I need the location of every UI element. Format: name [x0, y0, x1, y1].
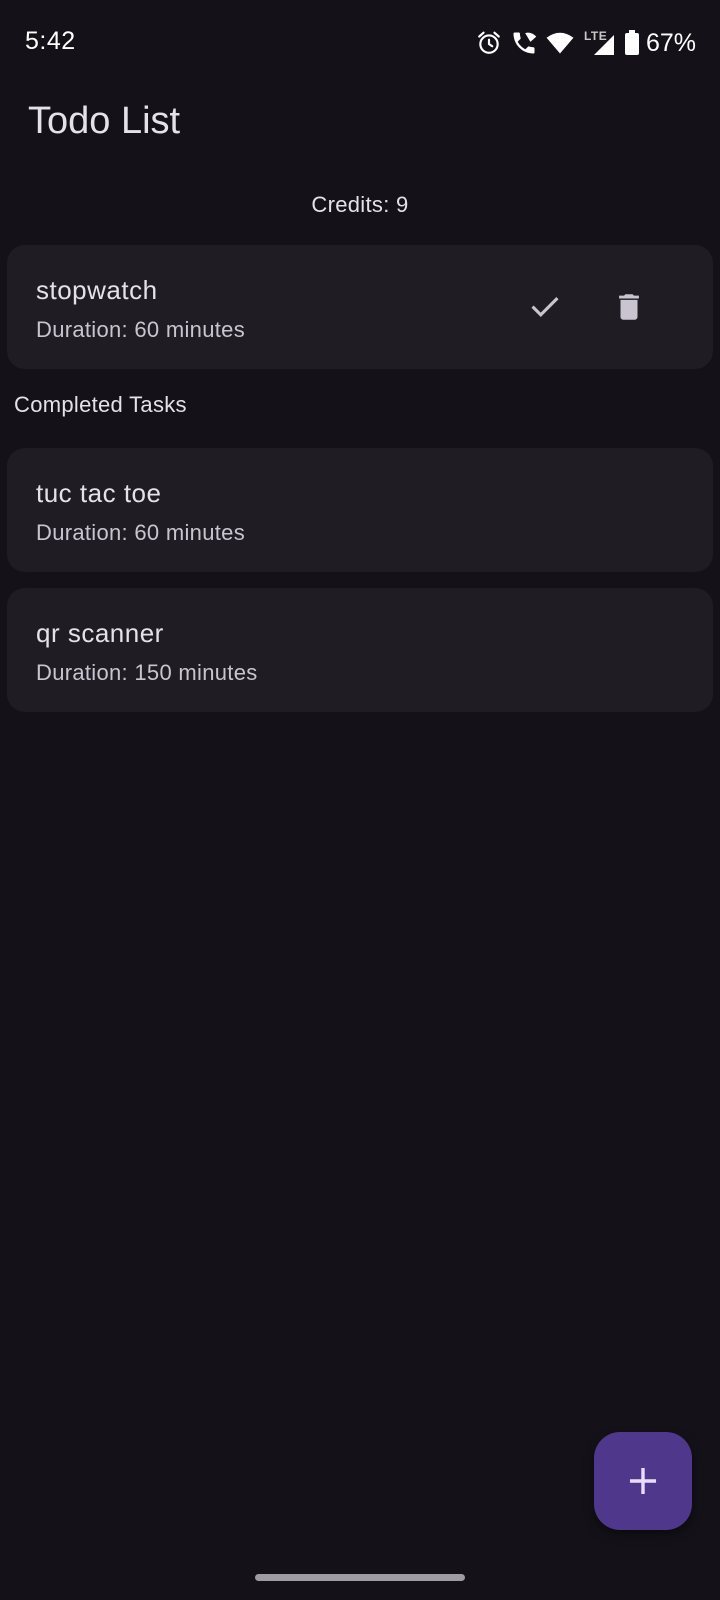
credits-label: Credits: 9 [311, 192, 409, 217]
delete-task-button[interactable] [605, 283, 653, 331]
cellular-signal: LTE [582, 29, 616, 57]
battery-icon [624, 30, 640, 56]
alarm-icon [476, 30, 502, 56]
task-name: tuc tac toe [36, 478, 162, 508]
completed-task-card[interactable]: qr scanner Duration: 150 minutes [7, 588, 713, 712]
trash-icon [619, 294, 639, 320]
status-icons: LTE 67% [476, 27, 696, 59]
task-name: qr scanner [36, 618, 164, 648]
battery-percentage: 67% [645, 28, 696, 57]
status-time: 5:42 [25, 27, 76, 55]
completed-tasks-header: Completed Tasks [14, 392, 187, 417]
complete-task-button[interactable] [521, 283, 569, 331]
add-task-button[interactable] [594, 1432, 692, 1530]
task-duration: Duration: 60 minutes [36, 520, 245, 545]
check-icon [531, 297, 559, 317]
task-duration: Duration: 150 minutes [36, 660, 258, 685]
wifi-calling-icon [510, 29, 538, 57]
gesture-nav-handle[interactable] [255, 1574, 465, 1581]
pending-task-card[interactable]: stopwatch Duration: 60 minutes [7, 245, 713, 369]
task-duration: Duration: 60 minutes [36, 317, 245, 342]
signal-icon [593, 35, 614, 55]
wifi-icon [546, 31, 574, 55]
status-bar: 5:42 LTE 67% [0, 0, 720, 86]
plus-icon [629, 1467, 657, 1495]
task-name: stopwatch [36, 275, 158, 305]
completed-task-card[interactable]: tuc tac toe Duration: 60 minutes [7, 448, 713, 572]
app-title: Todo List [28, 100, 181, 142]
